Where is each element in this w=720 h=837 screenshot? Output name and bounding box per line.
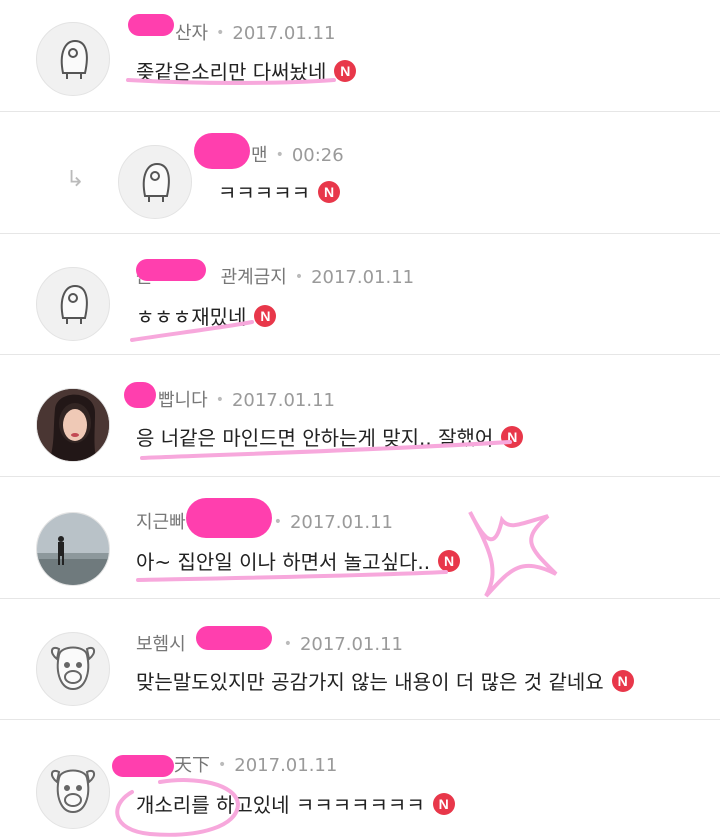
redaction-mark <box>128 14 174 36</box>
author-name[interactable]: 관계금지 <box>221 267 287 288</box>
author-name[interactable]: 天下 <box>174 755 210 776</box>
comment-date: 2017.01.11 <box>232 23 336 44</box>
redaction-mark <box>186 498 272 538</box>
redaction-mark <box>124 382 156 408</box>
redaction-mark <box>112 755 174 777</box>
new-badge-icon: N <box>318 180 340 203</box>
comment-date: 2017.01.11 <box>231 390 336 411</box>
dog-avatar-icon[interactable] <box>36 632 110 706</box>
comment-date: 00:26 <box>291 145 344 166</box>
comment-meta: 天下 • 2017.01.11 <box>174 755 338 776</box>
comment-item: 산자 • 2017.01.11 좆같은소리만 다써놨네 N <box>0 0 720 112</box>
new-badge-icon: N <box>254 304 277 327</box>
comment-item: ↳ 맨 • 00:26 ㅋㅋㅋㅋㅋ N <box>0 111 720 234</box>
author-name[interactable]: 맨 <box>251 145 268 166</box>
comment-date: 2017.01.11 <box>299 634 404 655</box>
redaction-mark <box>196 626 272 650</box>
dog-avatar-icon[interactable] <box>36 755 110 829</box>
comment-text: 아~ 집안일 이나 하면서 놀고싶다.. N <box>136 546 461 575</box>
comment-date: 2017.01.11 <box>234 755 338 776</box>
comment-item: 보헴시 • 2017.01.11 맞는말도있지만 공감가지 않는 내용이 더 많은 … <box>0 598 720 720</box>
author-name[interactable]: 지근빠 <box>136 512 186 533</box>
comment-item: 天下 • 2017.01.11 개소리를 하고있네 ㅋㅋㅋㅋㅋㅋㅋ N <box>0 719 720 837</box>
comment-item: 빱니다 • 2017.01.11 응 너같은 마인드면 안하는게 맞지.. 잘했어 N <box>0 354 720 477</box>
comment-item: 지근빠 • 2017.01.11 아~ 집안일 이나 하면서 놀고싶다.. N <box>0 476 720 599</box>
redaction-mark <box>194 133 250 169</box>
comment-date: 2017.01.11 <box>311 267 415 288</box>
user-avatar[interactable] <box>36 512 110 586</box>
default-avatar-icon[interactable] <box>36 22 110 96</box>
comment-text: 좆같은소리만 다써놨네 N <box>136 56 357 85</box>
author-name[interactable]: 보헴시 <box>136 634 186 655</box>
comment-text: ㅋㅋㅋㅋㅋ N <box>218 177 340 206</box>
default-avatar-icon[interactable] <box>36 267 110 341</box>
comment-item: 근관계금지•2017.01.11 ㅎㅎㅎ재밌네N <box>0 233 720 355</box>
comment-text: 응 너같은 마인드면 안하는게 맞지.. 잘했어 N <box>136 422 524 451</box>
comment-body: 아~ 집안일 이나 하면서 놀고싶다.. <box>136 550 431 574</box>
comment-body: ㅎㅎㅎ재밌네 <box>136 305 247 329</box>
default-avatar-icon[interactable] <box>118 145 192 219</box>
comment-meta: 맨 • 00:26 <box>251 145 344 166</box>
comment-body: 응 너같은 마인드면 안하는게 맞지.. 잘했어 <box>136 426 494 450</box>
comment-meta: 산자 • 2017.01.11 <box>175 23 336 44</box>
comment-meta: 빱니다 • 2017.01.11 <box>158 390 336 411</box>
new-badge-icon: N <box>432 792 455 815</box>
comment-body: 개소리를 하고있네 ㅋㅋㅋㅋㅋㅋㅋ <box>136 793 425 817</box>
new-badge-icon: N <box>438 549 461 572</box>
user-avatar[interactable] <box>36 388 110 462</box>
comment-body: ㅋㅋㅋㅋㅋ <box>218 181 310 205</box>
comment-text: 개소리를 하고있네 ㅋㅋㅋㅋㅋㅋㅋ N <box>136 789 455 818</box>
new-badge-icon: N <box>334 59 357 82</box>
comment-date: 2017.01.11 <box>289 512 394 533</box>
redaction-mark <box>136 259 206 281</box>
comment-text: ㅎㅎㅎ재밌네 N <box>136 301 277 330</box>
reply-arrow-icon: ↳ <box>66 167 85 192</box>
author-name[interactable]: 산자 <box>175 23 208 44</box>
author-name[interactable]: 빱니다 <box>158 390 208 411</box>
comment-text: 맞는말도있지만 공감가지 않는 내용이 더 많은 것 같네요 N <box>136 666 634 695</box>
new-badge-icon: N <box>611 669 634 692</box>
comment-body: 좆같은소리만 다써놨네 <box>136 60 327 84</box>
new-badge-icon: N <box>501 425 524 448</box>
comment-body: 맞는말도있지만 공감가지 않는 내용이 더 많은 것 같네요 <box>136 670 604 694</box>
